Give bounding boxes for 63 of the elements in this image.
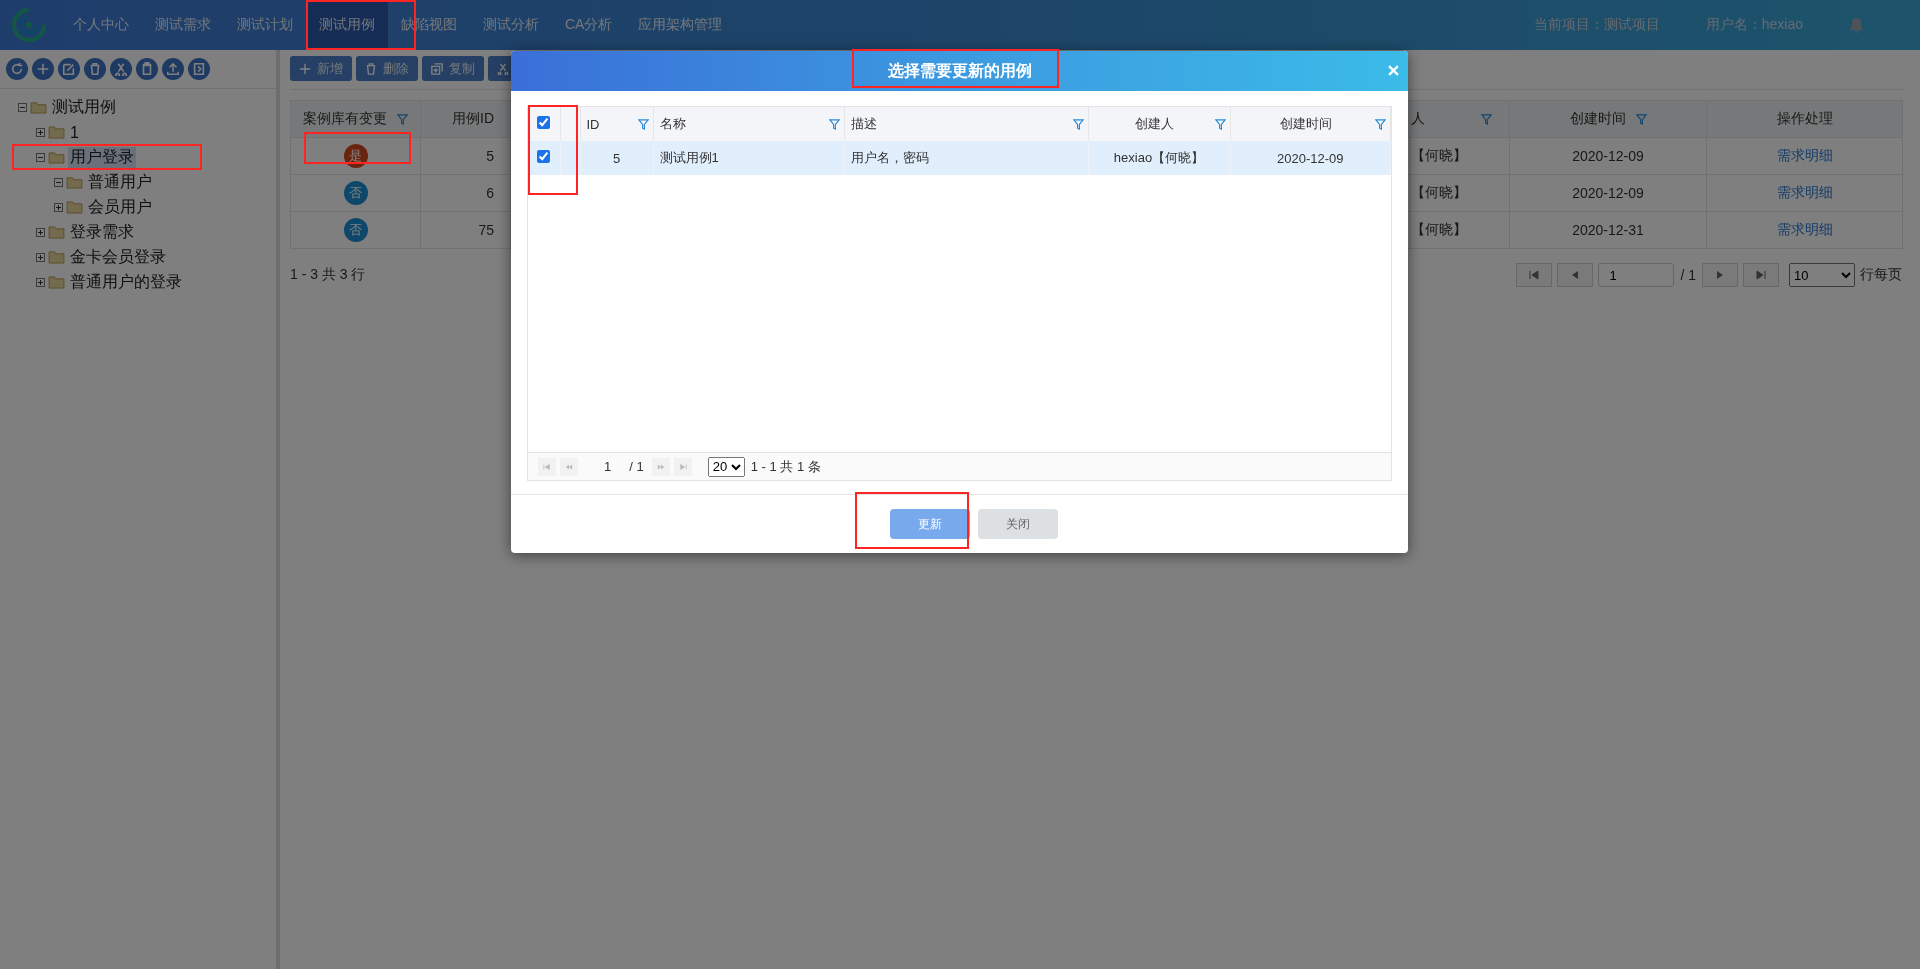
change-badge: 否 xyxy=(343,218,368,242)
tree-item[interactable]: 金卡会员登录 xyxy=(68,247,168,268)
nav-tab[interactable]: 测试需求 xyxy=(142,0,224,50)
close-button[interactable]: 关闭 xyxy=(977,509,1058,539)
table-cell: 【何晓】 xyxy=(1411,184,1467,200)
nav-tab[interactable]: 测试计划 xyxy=(224,0,306,50)
delete-button[interactable]: 删除 xyxy=(356,56,418,81)
table-cell: 【何晓】 xyxy=(1411,147,1467,163)
user-name: 用户名：hexiao xyxy=(1705,16,1803,34)
column-header: 描述 xyxy=(850,115,877,133)
table-cell: 5 xyxy=(486,148,494,164)
detail-link[interactable]: 需求明细 xyxy=(1776,221,1833,237)
column-header: 用例ID xyxy=(452,110,494,126)
copy-button[interactable]: 复制 xyxy=(422,56,484,81)
nav-tab[interactable]: 测试用例 xyxy=(306,0,388,50)
column-header: 创建时间 xyxy=(1278,115,1333,133)
column-header: 名称 xyxy=(659,115,686,133)
per-page-label: 行每页 xyxy=(1860,266,1902,284)
detail-link[interactable]: 需求明细 xyxy=(1776,147,1833,163)
table-cell: 2020-12-09 xyxy=(1572,148,1644,164)
nav-tab[interactable]: CA分析 xyxy=(552,0,626,50)
column-header: ID xyxy=(586,116,600,132)
table-cell: 用户名，密码 xyxy=(850,150,929,165)
nav-tab[interactable]: 测试分析 xyxy=(470,0,552,50)
table-cell: 2020-12-09 xyxy=(1277,150,1344,166)
page-number: 1 xyxy=(604,459,612,474)
column-header: 创建时间 xyxy=(1569,110,1626,128)
column-header: 案例库有变更 xyxy=(303,110,387,128)
add-button[interactable]: 新增 xyxy=(290,56,352,81)
table-cell: hexiao【何晓】 xyxy=(1113,150,1205,165)
table-cell: 2020-12-09 xyxy=(1572,185,1644,201)
change-badge: 否 xyxy=(343,181,368,205)
nav-tab[interactable]: 应用架构管理 xyxy=(625,0,736,50)
update-button[interactable]: 更新 xyxy=(889,509,970,539)
tree-item[interactable]: 普通用户的登录 xyxy=(68,272,184,293)
table-cell: 75 xyxy=(478,222,494,238)
page-size-select[interactable]: 10 xyxy=(1789,263,1855,287)
column-header: 人 xyxy=(1411,110,1425,128)
record-count: 1 - 1 共 1 条 xyxy=(750,457,821,476)
tree-item[interactable]: 测试用例 xyxy=(50,97,118,118)
dialog-title: 选择需要更新的用例 xyxy=(887,60,1032,81)
tree-item[interactable]: 登录需求 xyxy=(68,222,136,243)
page-total: / 1 xyxy=(1680,267,1696,283)
table-cell: 2020-12-31 xyxy=(1572,222,1644,238)
column-header: 操作处理 xyxy=(1776,110,1833,128)
current-project: 当前项目：测试项目 xyxy=(1533,16,1660,34)
page-field[interactable]: 1 xyxy=(1598,263,1675,287)
nav-tab[interactable]: 个人中心 xyxy=(60,0,142,50)
change-badge: 是 xyxy=(343,144,368,168)
page-size-select[interactable]: 20 xyxy=(707,456,745,477)
table-cell: 【何晓】 xyxy=(1411,221,1467,237)
tree-item[interactable]: 1 xyxy=(68,123,81,142)
row-count: 1 - 3 共 3 行 xyxy=(290,266,366,284)
page-total: / 1 xyxy=(629,459,644,474)
tree-item[interactable]: 会员用户 xyxy=(86,197,154,218)
tree-item[interactable]: 用户登录 xyxy=(68,147,136,168)
table-cell: 6 xyxy=(486,185,494,201)
table-cell: 测试用例1 xyxy=(659,150,719,165)
table-cell: 5 xyxy=(612,150,621,166)
tree-item[interactable]: 普通用户 xyxy=(86,172,154,193)
column-header: 创建人 xyxy=(1134,115,1175,133)
detail-link[interactable]: 需求明细 xyxy=(1776,184,1833,200)
nav-tab[interactable]: 缺陷视图 xyxy=(388,0,470,50)
